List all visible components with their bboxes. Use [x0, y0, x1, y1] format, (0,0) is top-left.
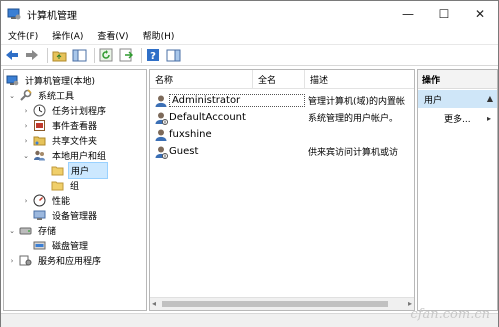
event-viewer-icon	[33, 119, 46, 132]
tree-item-device-manager[interactable]: 设备管理器	[33, 208, 99, 223]
window-title: 计算机管理	[27, 10, 77, 22]
toolbar: ?	[1, 44, 498, 66]
actions-section-users[interactable]: 用户 ▲	[418, 90, 497, 108]
close-button[interactable]: ✕	[462, 1, 498, 27]
tree-item-computer-management-local[interactable]: 计算机管理(本地)	[6, 73, 97, 88]
column-header-description[interactable]: 描述	[305, 70, 414, 89]
refresh-icon[interactable]	[98, 47, 114, 63]
users-groups-icon	[33, 149, 46, 162]
clock-icon	[33, 104, 46, 117]
minimize-button[interactable]: —	[390, 1, 426, 27]
menu-view[interactable]: 查看(V)	[90, 29, 135, 42]
menu-file[interactable]: 文件(F)	[1, 29, 45, 42]
export-list-icon[interactable]	[118, 47, 134, 63]
user-description: 管理计算机(域)的内置帐	[308, 97, 406, 107]
user-name: fuxshine	[169, 129, 212, 140]
users-list-pane: 名称 全名 描述 Administrator 管理计算机(域)的内置帐 Defa…	[149, 69, 415, 311]
forward-arrow-icon[interactable]	[24, 47, 40, 63]
user-description: 系统管理的用户帐户。	[308, 114, 399, 124]
back-arrow-icon[interactable]	[4, 47, 20, 63]
user-icon	[154, 111, 168, 125]
scroll-left-icon[interactable]: ◂	[152, 299, 156, 308]
tree-item-users[interactable]: 用户	[51, 162, 108, 179]
user-name: Administrator	[169, 94, 305, 107]
tree-item-shared-folders[interactable]: › 共享文件夹	[22, 133, 99, 148]
actions-pane: 操作 用户 ▲ 更多... ▸	[417, 69, 498, 311]
user-name: Guest	[169, 146, 199, 157]
title-bar: 计算机管理 — ☐ ✕	[1, 1, 498, 27]
column-header-fullname[interactable]: 全名	[253, 70, 305, 89]
system-tools-icon	[19, 89, 32, 102]
chevron-right-icon[interactable]: ›	[22, 197, 30, 205]
table-row[interactable]: Administrator 管理计算机(域)的内置帐	[150, 92, 414, 109]
computer-management-icon	[6, 74, 19, 87]
table-row[interactable]: DefaultAccount 系统管理的用户帐户。	[150, 109, 414, 126]
tree-item-disk-management[interactable]: 磁盘管理	[33, 238, 90, 253]
svg-text:?: ?	[150, 51, 156, 62]
scroll-thumb[interactable]	[162, 301, 388, 307]
table-row[interactable]: Guest 供来宾访问计算机或访	[150, 143, 414, 160]
tree-item-system-tools[interactable]: ⌄ 系统工具	[8, 88, 76, 103]
collapse-up-icon[interactable]: ▲	[487, 94, 493, 103]
chevron-down-icon[interactable]: ⌄	[22, 152, 30, 160]
show-hide-tree-icon[interactable]	[71, 47, 87, 63]
horizontal-scrollbar[interactable]: ◂ ▸	[150, 297, 414, 310]
tree-item-event-viewer[interactable]: › 事件查看器	[22, 118, 99, 133]
tree-item-task-scheduler[interactable]: › 任务计划程序	[22, 103, 108, 118]
chevron-down-icon[interactable]: ⌄	[8, 227, 16, 235]
chevron-down-icon[interactable]: ⌄	[8, 92, 16, 100]
list-header: 名称 全名 描述	[150, 70, 414, 89]
services-icon	[19, 254, 32, 267]
chevron-right-icon[interactable]: ›	[8, 257, 16, 265]
column-header-name[interactable]: 名称	[150, 70, 253, 89]
tree-item-local-users-and-groups[interactable]: ⌄ 本地用户和组	[22, 148, 108, 163]
folder-icon	[51, 164, 64, 177]
menu-help[interactable]: 帮助(H)	[136, 29, 182, 42]
console-tree-pane: 计算机管理(本地) ⌄ 系统工具 › 任务计划程序 › 事件查看器 › 共享文件…	[3, 69, 147, 311]
menu-action[interactable]: 操作(A)	[45, 29, 90, 42]
tree-item-storage[interactable]: ⌄ 存储	[8, 223, 58, 238]
user-icon	[154, 145, 168, 159]
table-row[interactable]: fuxshine	[150, 126, 414, 143]
storage-icon	[19, 224, 32, 237]
chevron-right-icon[interactable]: ›	[22, 137, 30, 145]
user-icon	[154, 94, 168, 108]
chevron-right-icon[interactable]: ›	[22, 107, 30, 115]
computer-management-window: 计算机管理 — ☐ ✕ 文件(F) 操作(A) 查看(V) 帮助(H) ? 计算…	[0, 0, 499, 327]
user-description: 供来宾访问计算机或访	[308, 148, 399, 158]
folder-icon	[51, 179, 64, 192]
computer-management-icon	[7, 7, 21, 21]
disk-management-icon	[33, 239, 46, 252]
tree-item-groups[interactable]: 组	[51, 178, 81, 193]
menu-bar: 文件(F) 操作(A) 查看(V) 帮助(H)	[1, 27, 498, 44]
help-icon[interactable]: ?	[145, 47, 161, 63]
more-actions-link[interactable]: 更多...	[444, 112, 471, 125]
device-manager-icon	[33, 209, 46, 222]
user-icon	[154, 128, 168, 142]
watermark: cfan.com.cn	[410, 307, 490, 322]
shared-folder-icon	[33, 134, 46, 147]
tree-item-performance[interactable]: › 性能	[22, 193, 72, 208]
maximize-button[interactable]: ☐	[426, 1, 462, 27]
more-actions-arrow-icon[interactable]: ▸	[487, 114, 491, 123]
actions-section-label: 用户	[424, 95, 443, 106]
up-folder-icon[interactable]	[51, 47, 67, 63]
chevron-right-icon[interactable]: ›	[22, 122, 30, 130]
performance-icon	[33, 194, 46, 207]
actions-header: 操作	[418, 70, 497, 89]
tree-item-services-and-applications[interactable]: › 服务和应用程序	[8, 253, 103, 268]
show-hide-action-pane-icon[interactable]	[165, 47, 181, 63]
user-name: DefaultAccount	[169, 112, 246, 123]
